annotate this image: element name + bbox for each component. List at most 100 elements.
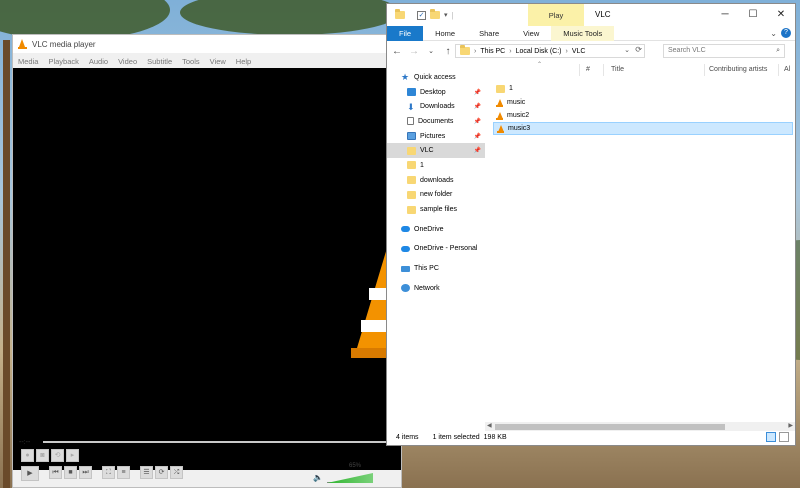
expand-ribbon-icon[interactable]: ⌄ bbox=[770, 29, 777, 38]
nav-desktop[interactable]: Desktop 📌 bbox=[387, 85, 485, 100]
window-controls: ─ ☐ ✕ bbox=[711, 4, 795, 24]
scroll-right-icon[interactable]: ▶ bbox=[788, 422, 793, 429]
fullscreen-button[interactable]: ⛶ bbox=[102, 466, 115, 479]
large-icons-view-icon[interactable] bbox=[779, 432, 789, 442]
menu-media[interactable]: Media bbox=[18, 57, 38, 66]
nav-label: Network bbox=[414, 284, 440, 292]
video-area[interactable] bbox=[13, 68, 401, 470]
next-button[interactable]: ⏭ bbox=[79, 466, 92, 479]
menu-video[interactable]: Video bbox=[118, 57, 137, 66]
selection-status: 1 item selected bbox=[432, 433, 480, 441]
nav-vlc[interactable]: VLC 📌 bbox=[387, 143, 485, 159]
nav-label: downloads bbox=[420, 176, 454, 184]
minimize-button[interactable]: ─ bbox=[711, 4, 739, 24]
navigation-pane: ★ Quick access Desktop 📌 ⬇ Downloads 📌 D… bbox=[387, 70, 485, 425]
breadcrumb-vlc[interactable]: VLC bbox=[572, 48, 586, 55]
snapshot-button[interactable]: ◙ bbox=[36, 449, 49, 462]
ribbon-tabs: File Home Share View Music Tools ⌄ ? bbox=[387, 25, 795, 41]
shuffle-button[interactable]: ⤮ bbox=[170, 466, 183, 479]
nav-this-pc[interactable]: This PC bbox=[387, 261, 485, 276]
help-icon[interactable]: ? bbox=[781, 28, 791, 38]
record-button[interactable]: ● bbox=[21, 449, 34, 462]
seek-bar[interactable] bbox=[43, 441, 391, 443]
play-context-tab[interactable]: Play bbox=[528, 4, 584, 26]
frame-step-button[interactable]: ▸ bbox=[66, 449, 79, 462]
nav-sample-files[interactable]: sample files bbox=[387, 202, 485, 217]
file-row[interactable]: music2 bbox=[493, 109, 793, 122]
search-icon: ⌕ bbox=[776, 47, 780, 54]
address-bar[interactable]: › This PC › Local Disk (C:) › VLC ⌄ ⟳ bbox=[455, 44, 645, 58]
nav-downloads[interactable]: ⬇ Downloads 📌 bbox=[387, 99, 485, 114]
menu-subtitle[interactable]: Subtitle bbox=[147, 57, 172, 66]
folder-icon bbox=[496, 84, 505, 93]
pin-icon: 📌 bbox=[473, 104, 481, 111]
search-input[interactable]: Search VLC ⌕ bbox=[663, 44, 785, 58]
nav-folder-1[interactable]: 1 bbox=[387, 158, 485, 173]
new-folder-icon[interactable] bbox=[430, 9, 440, 19]
playlist-button[interactable]: ☰ bbox=[140, 466, 153, 479]
breadcrumb-local-disk[interactable]: Local Disk (C:) bbox=[516, 48, 562, 55]
file-list: ⌃ # Title Contributing artists Al 1 musi… bbox=[485, 62, 795, 425]
details-view-icon[interactable] bbox=[766, 432, 776, 442]
menu-view[interactable]: View bbox=[210, 57, 226, 66]
file-row-selected[interactable]: music3 bbox=[493, 122, 793, 135]
explorer-window: ✓ ▾ | Play VLC ─ ☐ ✕ File Home Share Vie… bbox=[386, 3, 796, 446]
column-number[interactable]: # bbox=[586, 66, 590, 73]
previous-button[interactable]: ⏮ bbox=[49, 466, 62, 479]
file-row[interactable]: 1 bbox=[493, 82, 793, 95]
loop-button[interactable]: ⟳ bbox=[155, 466, 168, 479]
breadcrumb-this-pc[interactable]: This PC bbox=[480, 48, 505, 55]
vlc-titlebar: VLC media player bbox=[13, 35, 401, 53]
scroll-left-icon[interactable]: ◀ bbox=[487, 422, 492, 429]
tab-music-tools[interactable]: Music Tools bbox=[551, 25, 615, 41]
column-contributing-artists[interactable]: Contributing artists bbox=[709, 66, 767, 73]
speaker-icon[interactable]: 🔈 bbox=[313, 473, 323, 482]
menu-audio[interactable]: Audio bbox=[89, 57, 108, 66]
nav-onedrive[interactable]: OneDrive bbox=[387, 222, 485, 237]
menu-playback[interactable]: Playback bbox=[48, 57, 78, 66]
customize-toolbar-icon[interactable]: ▾ bbox=[444, 11, 448, 19]
nav-label: Documents bbox=[418, 117, 454, 125]
tab-share[interactable]: Share bbox=[467, 26, 511, 41]
file-name: music3 bbox=[508, 125, 531, 132]
nav-pictures[interactable]: Pictures 📌 bbox=[387, 129, 485, 144]
forward-button[interactable]: → bbox=[408, 46, 420, 57]
volume-control[interactable]: 🔈 65% bbox=[313, 463, 387, 483]
nav-new-folder[interactable]: new folder bbox=[387, 188, 485, 203]
downloads-icon: ⬇ bbox=[407, 101, 415, 112]
close-button[interactable]: ✕ bbox=[767, 4, 795, 24]
loop-ab-button[interactable]: ⟲ bbox=[51, 449, 64, 462]
menu-help[interactable]: Help bbox=[236, 57, 251, 66]
nav-label: 1 bbox=[420, 161, 424, 169]
address-dropdown-icon[interactable]: ⌄ bbox=[624, 46, 630, 54]
menu-tools[interactable]: Tools bbox=[182, 57, 200, 66]
network-icon bbox=[401, 284, 410, 293]
up-button[interactable]: ↑ bbox=[442, 46, 454, 57]
tab-view[interactable]: View bbox=[511, 26, 551, 41]
play-button[interactable]: ▶ bbox=[21, 466, 39, 481]
documents-icon bbox=[407, 117, 414, 126]
properties-icon[interactable]: ✓ bbox=[417, 10, 426, 20]
extended-settings-button[interactable]: ≡ bbox=[117, 466, 130, 479]
status-bar: 4 items 1 item selected 198 KB bbox=[387, 429, 795, 445]
recent-locations-icon[interactable]: ⌄ bbox=[425, 47, 437, 55]
volume-percent: 65% bbox=[348, 463, 361, 469]
column-title[interactable]: Title bbox=[611, 66, 624, 73]
nav-downloads-folder[interactable]: downloads bbox=[387, 173, 485, 188]
nav-label: Quick access bbox=[414, 73, 456, 81]
tab-home[interactable]: Home bbox=[423, 26, 467, 41]
nav-label: Desktop bbox=[420, 88, 446, 96]
refresh-icon[interactable]: ⟳ bbox=[635, 45, 642, 54]
column-album[interactable]: Al bbox=[784, 66, 790, 73]
nav-quick-access[interactable]: ★ Quick access bbox=[387, 70, 485, 85]
cloud-icon bbox=[401, 245, 410, 252]
back-button[interactable]: ← bbox=[391, 46, 403, 57]
stop-button[interactable]: ■ bbox=[64, 466, 77, 479]
nav-documents[interactable]: Documents 📌 bbox=[387, 114, 485, 129]
nav-network[interactable]: Network bbox=[387, 281, 485, 296]
maximize-button[interactable]: ☐ bbox=[739, 4, 767, 24]
file-row[interactable]: music bbox=[493, 96, 793, 109]
folder-icon bbox=[407, 161, 416, 170]
tab-file[interactable]: File bbox=[387, 25, 424, 41]
nav-onedrive-personal[interactable]: OneDrive - Personal bbox=[387, 242, 485, 257]
